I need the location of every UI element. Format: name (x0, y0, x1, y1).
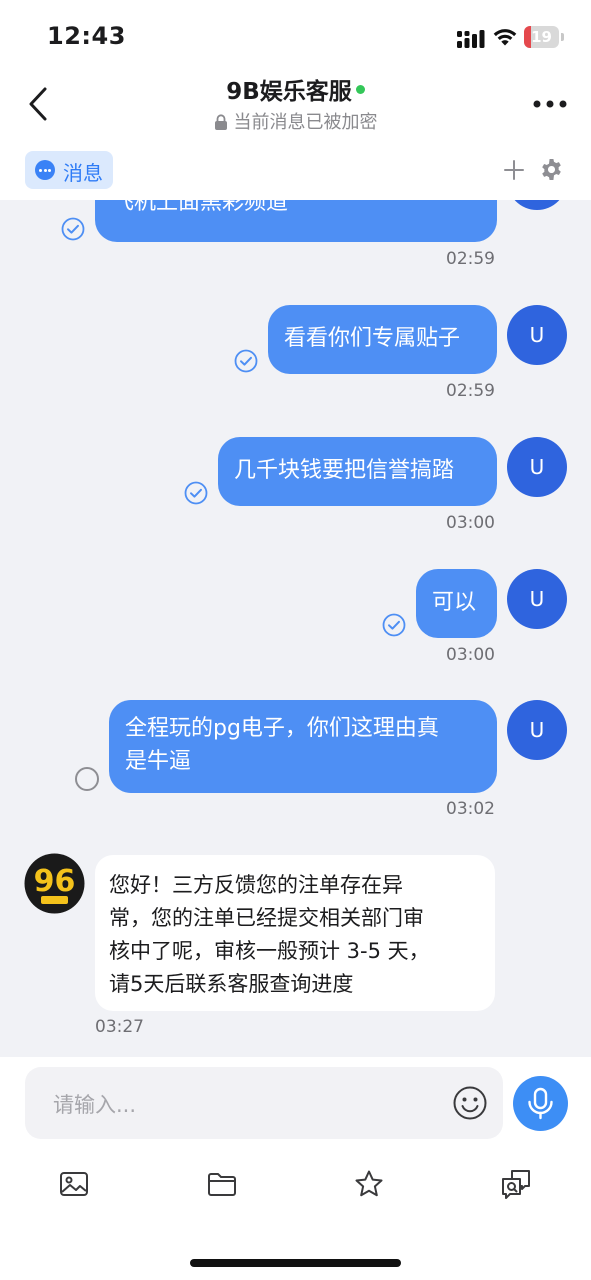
message-timestamp: 02:59 (446, 381, 495, 401)
online-status-dot (355, 85, 365, 94)
title-row: 9B娱乐客服 (0, 72, 591, 106)
message-text: 几千块钱要把信誉搞踏 (234, 458, 455, 483)
message-text: 可以 (432, 590, 477, 615)
encryption-notice: 当前消息已被加密 (0, 108, 591, 134)
avatar[interactable]: U (507, 569, 567, 629)
more-icon[interactable] (530, 94, 570, 114)
battery-indicator: 19 (524, 26, 564, 48)
folder-icon[interactable] (206, 1168, 238, 1200)
avatar[interactable]: U (507, 437, 567, 497)
message-timestamp: 03:02 (446, 799, 495, 819)
check-circle-icon (184, 481, 208, 505)
message-text-line: 全程玩的pg电子，你们这理由真 (125, 716, 439, 741)
status-time: 12:43 (47, 22, 126, 50)
message-timestamp: 03:00 (446, 513, 495, 533)
page-title: 9B娱乐客服 (226, 79, 352, 105)
chat-header: 9B娱乐客服 当前消息已被加密 (0, 70, 591, 142)
microphone-icon (528, 1087, 553, 1120)
battery-level: 19 (531, 28, 552, 46)
cellular-signal-icon (457, 30, 485, 48)
avatar[interactable]: U (507, 700, 567, 760)
tab-row: 消息 (0, 142, 591, 200)
check-circle-icon (382, 613, 406, 637)
message-timestamp: 03:00 (446, 645, 495, 665)
message-input[interactable]: 请输入... (25, 1067, 503, 1139)
message-bubble-incoming[interactable]: 您好！三方反馈您的注单存在异 常，您的注单已经提交相关部门审 核中了呢，审核一般… (95, 855, 495, 1011)
message-timestamp: 02:59 (446, 249, 495, 269)
tab-messages-label: 消息 (63, 161, 103, 185)
emoji-icon[interactable] (452, 1085, 488, 1121)
agent-avatar-logo-text: 96 (34, 864, 76, 899)
lock-icon (214, 114, 227, 130)
message-bubble-outgoing[interactable]: 全程玩的pg电子，你们这理由真 是牛逼 (109, 700, 497, 793)
home-indicator (190, 1259, 401, 1267)
message-text-line: 是牛逼 (125, 749, 192, 774)
pending-status-icon (75, 767, 99, 791)
message-text-line: 常，您的注单已经提交相关部门审 (109, 906, 424, 930)
message-bubble-outgoing[interactable]: 可以 (416, 569, 497, 638)
message-timestamp: 03:27 (95, 1017, 144, 1037)
avatar[interactable]: U (507, 200, 567, 210)
status-bar: 12:43 19 (0, 0, 591, 70)
message-text-line: 核中了呢，审核一般预计 3-5 天， (109, 939, 430, 963)
star-icon[interactable] (353, 1168, 385, 1200)
message-bubble-outgoing[interactable]: 看看你们专属贴子 (268, 305, 497, 374)
voice-input-button[interactable] (513, 1076, 568, 1131)
message-text-line: 您好！三方反馈您的注单存在异 (109, 873, 403, 897)
message-text: 飞机上面黑彩频道 (112, 200, 289, 215)
avatar[interactable]: U (507, 305, 567, 365)
composer: 请输入... (0, 1057, 591, 1149)
encryption-text: 当前消息已被加密 (233, 112, 378, 133)
chat-translate-icon[interactable] (500, 1168, 532, 1200)
chat-area[interactable]: 飞机上面黑彩频道 U 02:59 看看你们专属贴子 U 02:59 几千块钱要把… (0, 200, 591, 1057)
input-placeholder: 请输入... (53, 1093, 137, 1117)
check-circle-icon (61, 217, 85, 241)
wifi-icon (493, 29, 517, 46)
message-bubble-outgoing[interactable]: 飞机上面黑彩频道 (95, 200, 497, 242)
plus-icon[interactable] (503, 159, 525, 181)
agent-avatar[interactable]: 96 (24, 853, 85, 914)
check-circle-icon (234, 349, 258, 373)
image-icon[interactable] (58, 1168, 90, 1200)
bottom-toolbar (0, 1149, 591, 1280)
gear-icon[interactable] (540, 158, 563, 181)
message-text: 看看你们专属贴子 (284, 326, 461, 351)
chat-bubble-icon (35, 160, 55, 180)
message-text-line: 请5天后联系客服查询进度 (109, 972, 354, 996)
message-bubble-outgoing[interactable]: 几千块钱要把信誉搞踏 (218, 437, 497, 506)
tab-messages[interactable]: 消息 (25, 151, 113, 189)
